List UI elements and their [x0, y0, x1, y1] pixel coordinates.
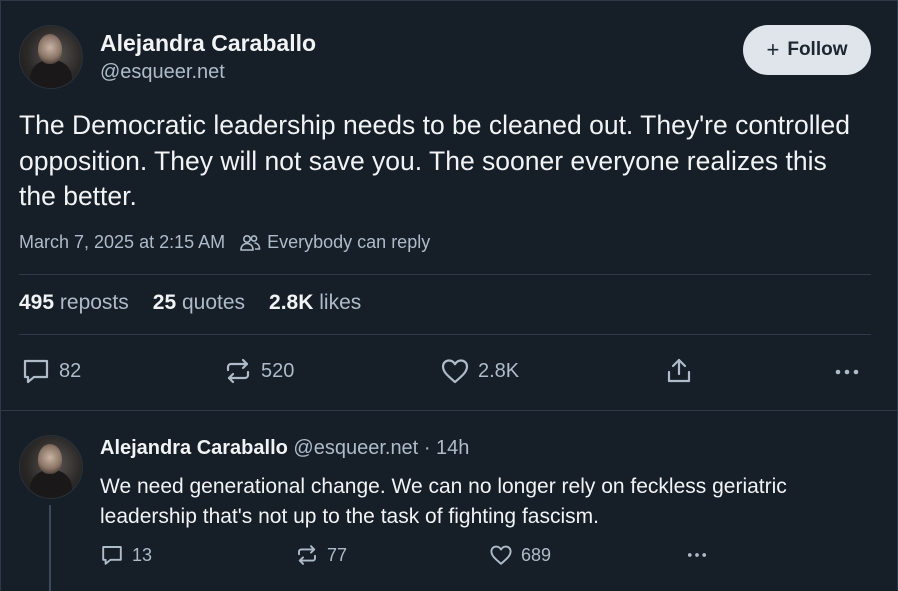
post-meta: March 7, 2025 at 2:15 AM Everybody can r…: [19, 232, 430, 253]
share-button[interactable]: [664, 356, 702, 386]
repost-arrows-icon: [226, 358, 250, 384]
speech-bubble-icon: [102, 546, 122, 565]
reply-more-button[interactable]: [683, 543, 719, 567]
divider: [19, 334, 871, 335]
quotes-label: quotes: [181, 291, 246, 314]
post-text: The Democratic leadership needs to be cl…: [19, 110, 850, 211]
heart-icon: [490, 545, 512, 565]
reply-like-count: 689: [521, 544, 552, 565]
avatar[interactable]: [19, 25, 83, 89]
reply-setting[interactable]: Everybody can reply: [239, 232, 430, 253]
reply-author-name[interactable]: Alejandra Caraballo: [100, 437, 288, 459]
post-actions: 82 520 2.8K: [0, 356, 898, 388]
quotes-count: 25: [152, 291, 177, 314]
reply-header: Alejandra Caraballo @esqueer.net · 14h: [100, 437, 469, 460]
repost-arrows-icon: [298, 545, 316, 565]
reply-button[interactable]: 82: [21, 356, 81, 386]
main-post: Alejandra Caraballo @esqueer.net + Follo…: [0, 0, 898, 410]
reply-time[interactable]: · 14h: [424, 437, 470, 459]
like-button[interactable]: 2.8K: [440, 356, 519, 386]
reply-reply-count: 13: [132, 544, 153, 565]
plus-icon: +: [766, 37, 780, 62]
follow-button[interactable]: + Follow: [743, 25, 871, 75]
reply-author-handle[interactable]: @esqueer.net: [293, 437, 418, 459]
reply-repost-count: 77: [327, 544, 348, 565]
reply-like-button[interactable]: 689: [489, 543, 551, 567]
author-handle[interactable]: @esqueer.net: [100, 61, 225, 84]
follow-label: Follow: [787, 39, 848, 60]
likes-count: 2.8K: [269, 291, 314, 314]
likes-label: likes: [319, 291, 362, 314]
repost-button[interactable]: 520: [223, 356, 294, 386]
heart-icon: [441, 359, 469, 384]
more-dots-icon: [835, 369, 859, 375]
reply-text: We need generational change. We can no l…: [100, 475, 787, 528]
likes-stat[interactable]: 2.8K likes: [269, 291, 361, 315]
repost-count: 520: [261, 359, 295, 382]
like-count: 2.8K: [478, 359, 520, 382]
quotes-stat[interactable]: 25 quotes: [153, 291, 245, 315]
reply-repost-button[interactable]: 77: [295, 543, 347, 567]
speech-bubble-icon: [23, 359, 49, 384]
reply-setting-label: Everybody can reply: [267, 232, 431, 252]
author-name[interactable]: Alejandra Caraballo: [100, 30, 316, 57]
post-timestamp[interactable]: March 7, 2025 at 2:15 AM: [19, 232, 225, 253]
more-dots-icon: [687, 553, 707, 557]
reposts-stat[interactable]: 495 reposts: [19, 291, 129, 315]
divider: [19, 274, 871, 275]
reposts-count: 495: [19, 291, 55, 314]
reply-reply-button[interactable]: 13: [100, 543, 152, 567]
people-icon: [240, 234, 261, 251]
more-button[interactable]: [832, 356, 870, 386]
post-stats: 495 reposts 25 quotes 2.8K likes: [19, 291, 385, 315]
reply-count: 82: [59, 359, 82, 382]
reposts-label: reposts: [59, 291, 129, 314]
share-icon: [667, 358, 691, 383]
